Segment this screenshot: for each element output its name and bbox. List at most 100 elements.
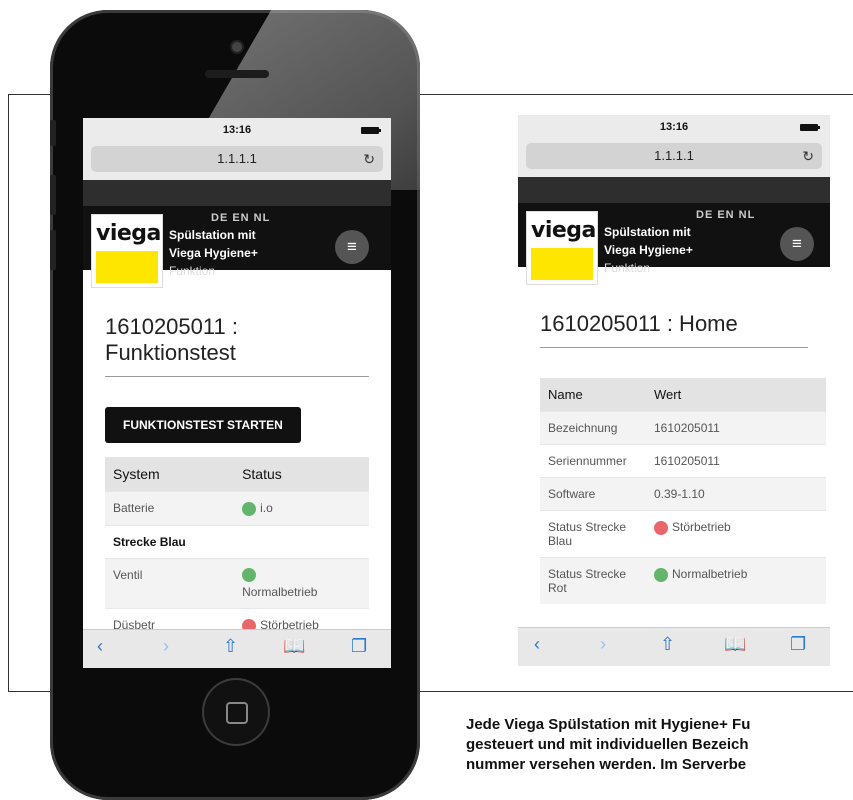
viega-logo[interactable]: viega [91, 214, 163, 288]
site-title-line2: Viega Hygiene+ [604, 243, 693, 257]
column-header-name: Name [540, 378, 646, 412]
bookmarks-icon[interactable]: 📖 [283, 636, 305, 657]
table-row: Seriennummer 1610205011 [540, 444, 826, 478]
caption-text: Jede Viega Spülstation mit Hygiene+ Fu g… [466, 715, 853, 775]
url-text: 1.1.1.1 [654, 148, 694, 163]
share-icon[interactable]: ⇧ [660, 634, 675, 655]
row-value: 1610205011 [646, 411, 826, 445]
status-green-icon [242, 501, 257, 516]
forward-icon[interactable]: › [163, 636, 169, 657]
clock: 13:16 [659, 121, 689, 133]
table-row: Bezeichnung 1610205011 [540, 411, 826, 445]
address-bar[interactable]: 1.1.1.1 ↻ [526, 143, 822, 169]
status-text: Störbetrieb [672, 520, 731, 534]
language-switcher[interactable]: DE EN NL [696, 209, 755, 221]
logo-yellow-block [531, 248, 593, 280]
status-text: Normalbetrieb [672, 567, 748, 581]
section-label: Strecke Blau [105, 524, 235, 559]
browser-toolbar: ‹ › ⇧ 📖 ❐ [518, 627, 830, 666]
page-title: 1610205011 : Funktionstest [105, 314, 369, 377]
battery-icon [800, 124, 820, 131]
site-title-line3: Funktion [604, 261, 651, 275]
browser-address-area: 1.1.1.1 ↻ [518, 139, 830, 177]
row-status: i.o [234, 491, 369, 526]
page-title: 1610205011 : Home [540, 311, 808, 348]
forward-icon[interactable]: › [600, 634, 606, 655]
address-bar[interactable]: 1.1.1.1 ↻ [91, 146, 383, 172]
earpiece-speaker [205, 70, 269, 78]
front-camera [232, 42, 242, 52]
site-header: viega DE EN NL Spülstation mit Viega Hyg… [518, 203, 830, 293]
status-table: System Status Batterie i.o Strecke Blau … [105, 457, 369, 642]
row-value: 0.39-1.10 [646, 477, 826, 511]
browser-address-area: 1.1.1.1 ↻ [83, 142, 391, 180]
caption-line: Jede Viega Spülstation mit Hygiene+ Fu [466, 716, 751, 733]
page-top-strip [83, 180, 391, 206]
column-header-status: Status [234, 457, 369, 492]
home-button[interactable] [202, 678, 270, 746]
table-row: Batterie i.o [105, 491, 369, 526]
back-icon[interactable]: ‹ [534, 634, 540, 655]
site-title-line1: Spülstation mit [169, 228, 256, 242]
status-green-icon [242, 567, 257, 582]
row-value: Normalbetrieb [646, 557, 826, 604]
status-text: Normalbetrieb [242, 584, 318, 599]
site-header: viega DE EN NL Spülstation mit Viega Hyg… [83, 206, 391, 296]
site-title: Spülstation mit Viega Hygiene+ Funktion [604, 223, 693, 277]
row-label: Batterie [105, 491, 235, 526]
column-header-value: Wert [646, 378, 826, 412]
table-header-row: Name Wert [540, 378, 826, 412]
row-status-empty [234, 524, 369, 559]
caption-line: gesteuert und mit individuellen Bezeich [466, 736, 749, 753]
back-icon[interactable]: ‹ [97, 636, 103, 657]
hamburger-menu-icon[interactable]: ≡ [335, 230, 369, 264]
site-title-line3: Funktion [169, 264, 216, 278]
tabs-icon[interactable]: ❐ [351, 636, 367, 657]
table-row: Ventil Normalbetrieb [105, 557, 369, 609]
right-phone-screen: 13:16 1.1.1.1 ↻ viega DE EN NL Spülstati… [518, 115, 830, 666]
status-bar: 13:16 [83, 118, 391, 142]
clock: 13:16 [222, 124, 252, 136]
battery-icon [361, 127, 381, 134]
logo-yellow-block [96, 251, 158, 283]
share-icon[interactable]: ⇧ [223, 636, 238, 657]
row-value: 1610205011 [646, 444, 826, 478]
status-red-icon [654, 520, 668, 535]
site-title: Spülstation mit Viega Hygiene+ Funktion [169, 226, 258, 280]
row-label: Status Strecke Blau [540, 510, 646, 558]
table-row: Software 0.39-1.10 [540, 477, 826, 511]
status-green-icon [654, 567, 668, 582]
row-status: Normalbetrieb [234, 557, 369, 609]
left-phone-screen: 13:16 1.1.1.1 ↻ viega DE EN NL Spülstati… [83, 118, 391, 668]
start-test-button[interactable]: FUNKTIONSTEST STARTEN [105, 407, 301, 443]
table-row: Status Strecke Blau Störbetrieb [540, 510, 826, 558]
status-bar: 13:16 [518, 115, 830, 139]
reload-icon[interactable]: ↻ [363, 146, 375, 172]
bookmarks-icon[interactable]: 📖 [724, 634, 746, 655]
language-switcher[interactable]: DE EN NL [211, 212, 270, 224]
row-label: Ventil [105, 557, 235, 609]
site-title-line2: Viega Hygiene+ [169, 246, 258, 260]
caption-line: nummer versehen werden. Im Serverbe [466, 756, 747, 773]
volume-up-button [50, 175, 56, 215]
column-header-system: System [105, 457, 235, 492]
mute-switch [50, 120, 56, 146]
table-row: Status Strecke Rot Normalbetrieb [540, 557, 826, 604]
table-row: Strecke Blau [105, 524, 369, 559]
volume-down-button [50, 230, 56, 270]
page-top-strip [518, 177, 830, 203]
row-label: Status Strecke Rot [540, 557, 646, 604]
status-text: i.o [260, 501, 273, 515]
info-table: Name Wert Bezeichnung 1610205011 Serienn… [540, 378, 826, 604]
row-label: Software [540, 477, 646, 511]
row-value: Störbetrieb [646, 510, 826, 558]
hamburger-menu-icon[interactable]: ≡ [780, 227, 814, 261]
reload-icon[interactable]: ↻ [802, 143, 814, 169]
row-label: Seriennummer [540, 444, 646, 478]
url-text: 1.1.1.1 [217, 151, 257, 166]
viega-logo[interactable]: viega [526, 211, 598, 285]
tabs-icon[interactable]: ❐ [790, 634, 806, 655]
home-square-icon [226, 702, 248, 724]
site-title-line1: Spülstation mit [604, 225, 691, 239]
row-label: Bezeichnung [540, 411, 646, 445]
